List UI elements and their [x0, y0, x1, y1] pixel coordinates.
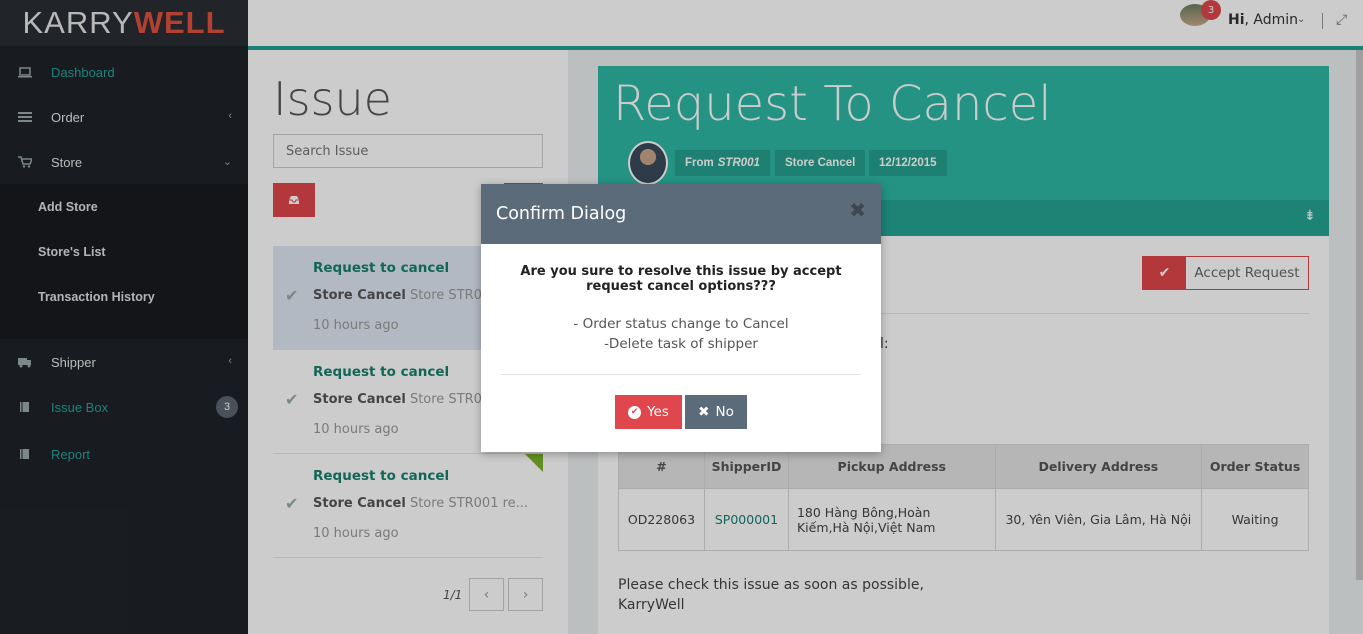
confirm-dialog: Confirm Dialog ✖ Are you sure to resolve… [481, 184, 881, 452]
no-button[interactable]: ✖ No [685, 395, 747, 429]
check-circle-icon: ✔ [628, 405, 642, 419]
dialog-title: Confirm Dialog [496, 204, 627, 224]
yes-label: Yes [647, 404, 669, 420]
close-icon[interactable]: ✖ [849, 198, 866, 222]
yes-button[interactable]: ✔ Yes [615, 395, 682, 429]
dialog-detail-line: - Order status change to Cancel [573, 316, 789, 332]
x-icon: ✖ [698, 404, 710, 420]
dialog-question: Are you sure to resolve this issue by ac… [520, 264, 842, 294]
dialog-detail-line: -Delete task of shipper [604, 336, 758, 352]
divider [501, 374, 861, 375]
dialog-header: Confirm Dialog [481, 184, 881, 244]
no-label: No [715, 404, 734, 420]
